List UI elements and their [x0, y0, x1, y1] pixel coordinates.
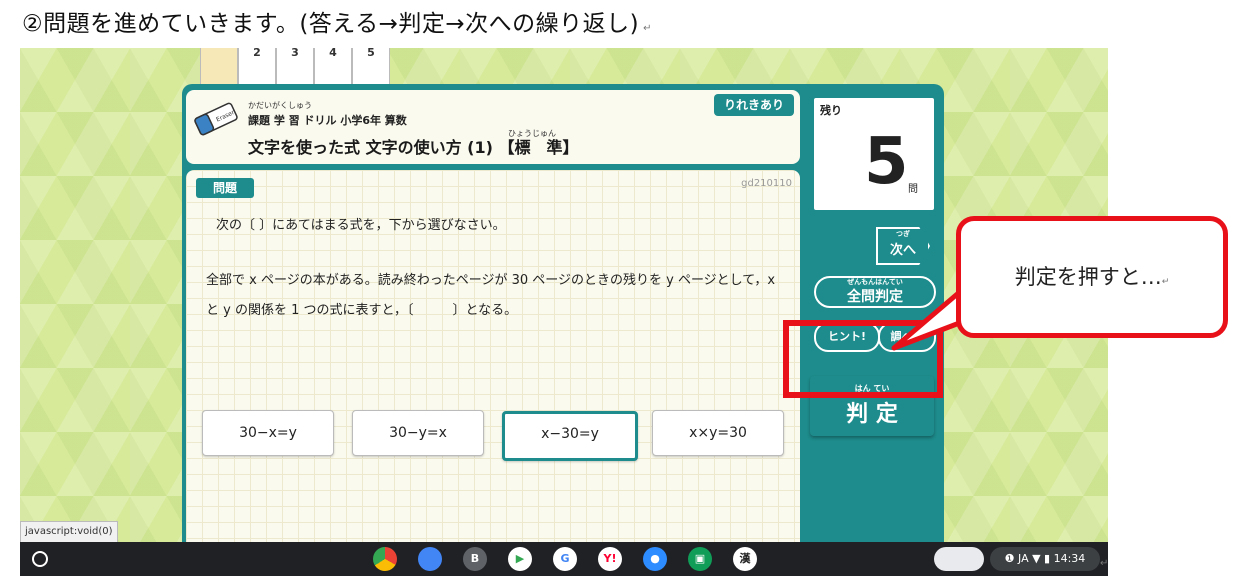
- judge-label: 判 定: [846, 402, 898, 427]
- eraser-icon: Eraser: [194, 102, 238, 136]
- yahoo-icon[interactable]: Y!: [598, 547, 622, 571]
- next-label: 次へ: [889, 243, 916, 258]
- classroom-icon[interactable]: ▣: [688, 547, 712, 571]
- remaining-counter: 残り 5 問: [812, 96, 936, 212]
- heading-text: ②問題を進めていきます。(答える→判定→次への繰り返し): [22, 11, 640, 37]
- lesson-title: 文字を使った式 文字の使い方 (1) 【標 準】: [248, 138, 579, 157]
- question-tab[interactable]: 5: [352, 48, 390, 87]
- chrome-icon[interactable]: [373, 547, 397, 571]
- problem-instruction: 次の〔 〕にあてはまる式を，下から選びなさい。: [216, 218, 506, 233]
- title-card: Eraser かだいがくしゅう 課題 学 習 ドリル 小学6年 算数 ひょうじゅ…: [186, 90, 800, 164]
- translate-icon[interactable]: G: [553, 547, 577, 571]
- question-tab-current[interactable]: [200, 48, 238, 87]
- tray-pill[interactable]: [934, 547, 984, 571]
- return-mark: ↵: [643, 23, 653, 34]
- remaining-count: 5: [864, 125, 909, 199]
- question-tab[interactable]: 4: [314, 48, 352, 87]
- question-tab[interactable]: 2: [238, 48, 276, 87]
- answer-choice[interactable]: 30−x=y: [202, 410, 334, 456]
- b-app-icon[interactable]: B: [463, 547, 487, 571]
- files-icon[interactable]: [418, 547, 442, 571]
- document-heading: ②問題を進めていきます。(答える→判定→次への繰り返し) ↵: [22, 4, 652, 44]
- callout-text: 判定を押すと…: [1014, 265, 1162, 289]
- system-status-area[interactable]: ❶ JA ▼ ▮ 14:34: [990, 547, 1100, 571]
- remaining-unit: 問: [908, 184, 918, 195]
- answer-choice-selected[interactable]: x−30=y: [502, 411, 638, 461]
- question-tab-strip: 2 3 4 5: [200, 48, 390, 87]
- kanji-app-icon[interactable]: 漢: [733, 547, 757, 571]
- chromeos-shelf: B ▶ G Y! ● ▣ 漢 ❶ JA ▼ ▮ 14:34: [20, 542, 1108, 576]
- problem-question: 全部で x ページの本がある。読み終わったページが 30 ページのときの残りを …: [206, 273, 776, 318]
- answer-choice[interactable]: 30−y=x: [352, 410, 484, 456]
- zoom-icon[interactable]: ●: [643, 547, 667, 571]
- question-tab[interactable]: 3: [276, 48, 314, 87]
- next-ruby: つぎ: [896, 230, 910, 238]
- problem-id: gd210110: [741, 178, 792, 189]
- drill-subtitle: 課題 学 習 ドリル 小学6年 算数: [248, 114, 407, 127]
- launcher-icon[interactable]: [32, 551, 48, 567]
- next-button[interactable]: つぎ 次へ: [876, 227, 930, 265]
- problem-card: 問題 gd210110 次の〔 〕にあてはまる式を，下から選びなさい。 全部で …: [186, 170, 800, 576]
- play-store-icon[interactable]: ▶: [508, 547, 532, 571]
- answer-choice[interactable]: x×y=30: [652, 410, 784, 456]
- remaining-label: 残り: [820, 104, 842, 117]
- history-badge[interactable]: りれきあり: [714, 94, 794, 116]
- callout-bubble: 判定を押すと…↵: [956, 216, 1228, 338]
- trailing-return-mark: ↵: [1100, 558, 1109, 569]
- problem-label: 問題: [196, 178, 254, 198]
- callout-return-mark: ↵: [1161, 277, 1170, 287]
- subtitle-ruby: かだいがくしゅう: [248, 101, 312, 110]
- status-url: javascript:void(0): [20, 521, 118, 543]
